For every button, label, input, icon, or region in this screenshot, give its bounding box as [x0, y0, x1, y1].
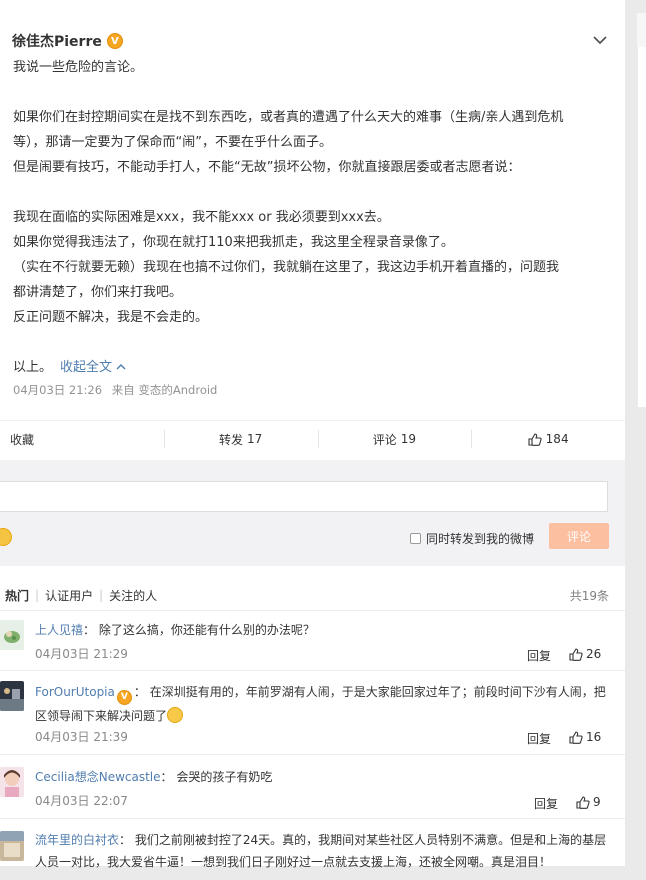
comment-username[interactable]: 上人见禧 — [35, 623, 83, 637]
comment-filter-bar: 热门 | 认证用户 | 关注的人 共19条 — [0, 580, 625, 610]
thumbs-up-icon — [528, 432, 542, 446]
thumbs-up-icon — [576, 795, 590, 809]
comment-like-count: 16 — [586, 730, 602, 744]
avatar[interactable] — [0, 620, 24, 650]
post-action-bar: 收藏 转发 17 评论 19 184 — [0, 420, 625, 457]
filter-divider: | — [35, 588, 40, 602]
post-line: 我说一些危险的言论。 — [13, 60, 144, 75]
thumbs-up-icon — [569, 730, 583, 744]
comment-input[interactable] — [0, 481, 608, 512]
post-line: 但是闹要有技巧，不能动手打人，不能“无故”损坏公物，你就直接跟居委或者志愿者说： — [13, 160, 521, 175]
verified-badge-icon: V — [116, 689, 132, 705]
colon: ： — [160, 770, 177, 784]
weibo-post-card: 徐佳杰Pierre V 我说一些危险的言论。 如果你们在封控期间实在是找不到东西… — [0, 0, 625, 869]
post-body: 我说一些危险的言论。 如果你们在封控期间实在是找不到东西吃，或者真的遭遇了什么天… — [13, 55, 613, 380]
reply-button[interactable]: 回复 — [527, 730, 551, 747]
avatar[interactable] — [0, 681, 24, 711]
colon: ： — [83, 623, 99, 637]
comment-like-count: 26 — [586, 647, 602, 661]
post-line: 我现在面临的实际困难是xxx，我不能xxx or 我必须要到xxx去。 — [13, 210, 390, 225]
post-line: 如果你们在封控期间实在是找不到东西吃，或者真的遭遇了什么天大的难事（生病/亲人遇… — [13, 110, 564, 125]
verified-badge-icon: V — [106, 33, 123, 49]
comment-like-button[interactable]: 16 — [569, 730, 601, 744]
repost-label: 转发 — [218, 432, 243, 447]
post-line: （实在不行就要无赖）我现在也搞不过你们，我就躺在这里了，我这边手机开着直播的，问… — [13, 260, 560, 275]
repost-button[interactable]: 转发 17 — [163, 421, 318, 457]
chevron-up-icon — [116, 364, 126, 370]
comment-button[interactable]: 评论 19 — [317, 421, 472, 457]
comment-time: 04月03日 21:29 — [35, 647, 128, 661]
like-button[interactable]: 184 — [471, 421, 625, 457]
comment-username[interactable]: Cecilia想念Newcastle — [35, 770, 161, 784]
avatar[interactable] — [0, 767, 24, 797]
filter-divider: | — [99, 588, 104, 602]
post-source: 来自 变态的Android — [111, 383, 218, 397]
comment-item: ForOurUtopia V： 在深圳挺有用的，年前罗湖有人闹，于是大家能回家过年… — [0, 670, 625, 755]
collect-button[interactable]: 收藏 — [0, 421, 164, 457]
comment-text: 除了这么搞，你还能有什么别的办法呢？ — [98, 623, 315, 637]
comment-username[interactable]: 流年里的白衬衣 — [35, 833, 119, 847]
comment-content: Cecilia想念Newcastle： 会哭的孩子有奶吃 — [35, 766, 610, 788]
post-line-last: 以上。 收起全文 — [13, 355, 613, 380]
filter-verified-tab[interactable]: 认证用户 — [45, 587, 93, 604]
comment-time: 04月03日 21:39 — [35, 730, 128, 744]
comment-text-cont: 区领导闹下来解决问题了 — [35, 708, 168, 723]
emoji-smile-icon[interactable] — [0, 528, 12, 546]
reply-button[interactable]: 回复 — [527, 647, 551, 664]
post-line: 都讲清楚了，你们来打我吧。 — [13, 285, 183, 300]
comment-item: 上人见禧： 除了这么搞，你还能有什么别的办法呢？ 04月03日 21:29 回复… — [0, 610, 625, 671]
comment-content: 流年里的白衬衣： 我们之前刚被封控了24天。真的，我期间对某些社区人员特别不满意… — [35, 829, 610, 873]
comment-like-count: 9 — [593, 795, 601, 809]
repost-option-label: 同时转发到我的微博 — [426, 532, 535, 546]
like-count: 184 — [545, 432, 569, 446]
comment-like-button[interactable]: 26 — [569, 647, 601, 661]
reply-button[interactable]: 回复 — [534, 795, 558, 812]
comment-label: 评论 — [372, 432, 397, 447]
comment-username[interactable]: ForOurUtopia — [35, 685, 115, 699]
post-meta: 04月03日 21:26 来自 变态的Android — [13, 382, 223, 398]
avatar[interactable] — [0, 831, 24, 861]
post-time[interactable]: 04月03日 21:26 — [13, 383, 102, 397]
post-author-name[interactable]: 徐佳杰Pierre — [12, 31, 102, 51]
comment-text-cont: 人员一对比，我大爱省牛逼！一想到我们日子刚好过一点就去支援上海，还被全网嘲。真是… — [35, 855, 552, 869]
collapse-label: 收起全文 — [60, 360, 113, 375]
post-line: 以上。 — [13, 360, 53, 375]
comment-text: 我们之前刚被封控了24天。真的，我期间对某些社区人员特别不满意。但是和上海的基层 — [134, 833, 607, 847]
comment-text: 会哭的孩子有奶吃 — [176, 770, 273, 784]
submit-comment-button[interactable]: 评论 — [549, 523, 609, 549]
crying-laughing-emoji-icon — [167, 706, 184, 723]
filter-following-tab[interactable]: 关注的人 — [109, 587, 157, 604]
comment-content: ForOurUtopia V： 在深圳挺有用的，年前罗湖有人闹，于是大家能回家过年… — [35, 681, 610, 727]
post-author-row: 徐佳杰Pierre V — [12, 30, 123, 52]
chevron-down-icon[interactable] — [592, 33, 608, 47]
comment-like-button[interactable]: 9 — [576, 795, 601, 809]
post-line: 反正问题不解决，我是不会走的。 — [13, 310, 209, 325]
comment-composer: 同时转发到我的微博 评论 — [0, 460, 625, 566]
comment-content: 上人见禧： 除了这么搞，你还能有什么别的办法呢？ — [35, 619, 610, 641]
repost-count: 17 — [246, 432, 263, 446]
colon: ： — [133, 685, 150, 699]
filter-hot-tab[interactable]: 热门 — [5, 587, 29, 604]
collapse-text-link[interactable]: 收起全文 — [60, 360, 126, 375]
post-line: 如果你觉得我违法了，你现在就打110来把我抓走，我这里全程录音录像了。 — [13, 235, 454, 250]
comment-time: 04月03日 22:07 — [35, 794, 128, 808]
repost-to-weibo-option[interactable]: 同时转发到我的微博 — [410, 530, 534, 547]
comment-total: 共19条 — [569, 588, 609, 603]
post-line: 等），那请一定要为了保命而“闹”，不要在乎什么面子。 — [13, 135, 332, 150]
comment-item: Cecilia想念Newcastle： 会哭的孩子有奶吃 04月03日 22:0… — [0, 754, 625, 819]
comment-count: 19 — [400, 432, 417, 446]
side-panel-header — [637, 13, 646, 47]
collect-label: 收藏 — [10, 432, 35, 447]
side-panel — [637, 47, 646, 408]
comment-item: 流年里的白衬衣： 我们之前刚被封控了24天。真的，我期间对某些社区人员特别不满意… — [0, 818, 625, 880]
colon: ： — [119, 833, 135, 847]
repost-checkbox[interactable] — [410, 533, 421, 544]
comment-text: 在深圳挺有用的，年前罗湖有人闹，于是大家能回家过年了；前段时间下沙有人闹，把 — [149, 685, 606, 699]
thumbs-up-icon — [569, 647, 583, 661]
